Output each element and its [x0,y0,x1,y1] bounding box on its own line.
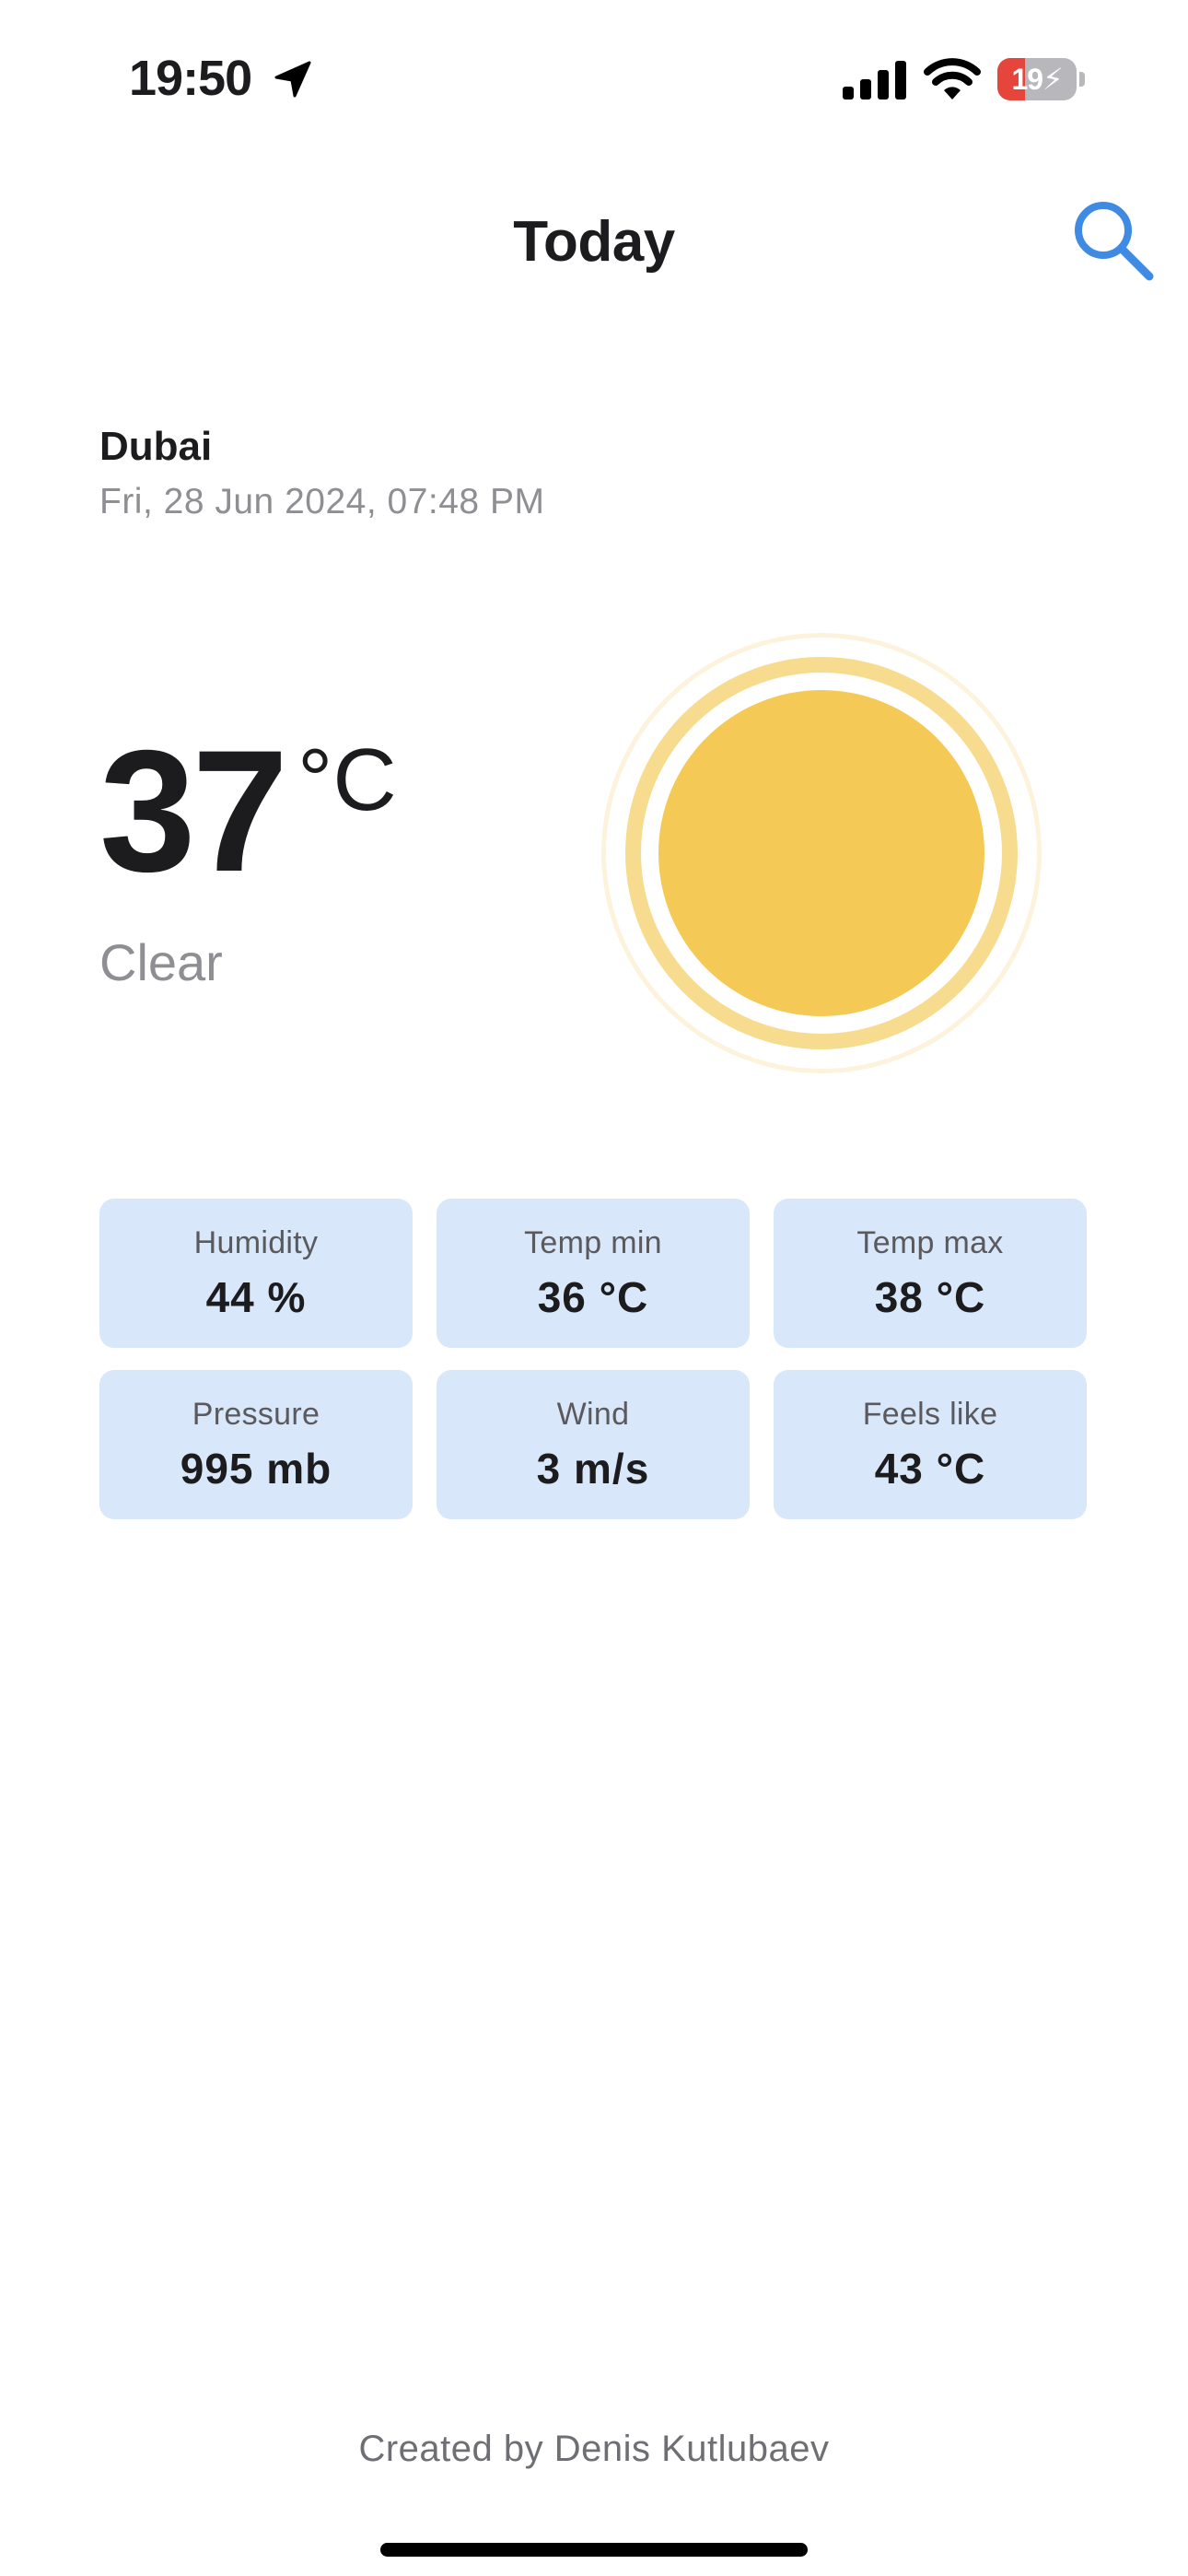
stat-value: 36 °C [537,1273,649,1321]
stat-card-temp-min: Temp min 36 °C [437,1199,750,1348]
status-bar: 19:50 19⚡ [0,0,1188,157]
location-arrow-icon [274,61,311,98]
battery-percentage: 19⚡ [1011,63,1063,96]
footer-credit: Created by Denis Kutlubaev [358,2429,830,2469]
stat-label: Feels like [862,1397,998,1432]
stat-card-temp-max: Temp max 38 °C [774,1199,1087,1348]
battery-body: 19⚡ [997,58,1077,100]
stat-label: Humidity [193,1225,319,1260]
weather-condition: Clear [99,933,223,991]
stat-value: 995 mb [180,1445,332,1493]
home-indicator[interactable] [380,2543,808,2557]
stat-value: 44 % [205,1273,307,1321]
date-time: Fri, 28 Jun 2024, 07:48 PM [99,482,545,521]
page-title: Today [513,210,675,274]
stat-value: 38 °C [874,1273,986,1321]
sun-icon [601,633,1042,1073]
stat-label: Wind [556,1397,630,1432]
search-icon [1075,202,1154,281]
stat-label: Temp max [856,1225,1004,1260]
city-name: Dubai [99,424,213,469]
charging-bolt-icon: ⚡ [1042,63,1063,96]
stat-label: Pressure [192,1397,320,1432]
temperature-value: 37 [99,714,288,907]
weather-stats-grid: Humidity 44 % Temp min 36 °C Temp max 38… [99,1199,1088,1519]
stat-label: Temp min [524,1225,662,1260]
stat-card-wind: Wind 3 m/s [437,1370,750,1519]
cellular-signal-icon [843,61,906,100]
stat-card-pressure: Pressure 995 mb [99,1370,413,1519]
search-button[interactable] [1068,193,1160,286]
stat-card-humidity: Humidity 44 % [99,1199,413,1348]
stat-card-feels-like: Feels like 43 °C [774,1370,1087,1519]
temperature-unit: °C [297,731,397,829]
stat-value: 3 m/s [536,1445,650,1493]
status-time: 19:50 [129,51,252,106]
wifi-icon [924,58,981,100]
battery-charging-icon: 19⚡ [997,58,1085,100]
battery-cap [1079,72,1085,87]
stat-value: 43 °C [874,1445,986,1493]
